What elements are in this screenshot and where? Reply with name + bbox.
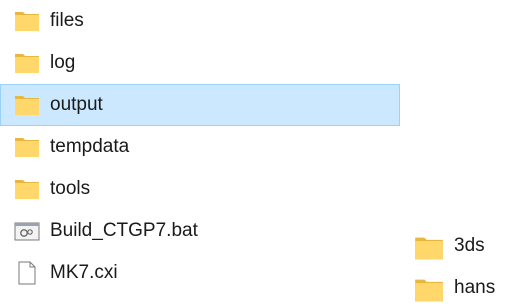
folder-icon [15,54,39,73]
list-item-label: tools [50,178,91,199]
list-item-output[interactable]: output [0,84,400,126]
folder-icon [15,180,39,199]
list-item-files[interactable]: files [0,0,400,42]
folder-icon [15,12,39,31]
list-item-tools[interactable]: tools [0,168,400,210]
list-item-label: MK7.cxi [50,262,118,283]
list-item-label: output [50,94,103,115]
list-item-label: log [50,52,76,73]
folder-icon [415,237,443,260]
list-item-hans[interactable]: hans [412,264,514,306]
list-item-mk7-cxi[interactable]: MK7.cxi [0,252,400,294]
batch-file-icon [14,222,40,241]
list-item-3ds[interactable]: 3ds [412,222,514,264]
folder-icon [415,279,443,302]
file-explorer-view: files log output tempdata tools Build_CT… [0,0,514,306]
file-list: files log output tempdata tools Build_CT… [0,0,400,294]
folder-icon [15,96,39,115]
list-item-label: hans [454,277,496,298]
file-icon [18,261,36,285]
list-item-label: Build_CTGP7.bat [50,220,198,241]
list-item-log[interactable]: log [0,42,400,84]
list-item-tempdata[interactable]: tempdata [0,126,400,168]
list-item-label: files [50,10,84,31]
list-item-label: tempdata [50,136,130,157]
list-item-label: 3ds [454,235,485,256]
secondary-file-list: 3ds hans [412,222,514,306]
list-item-build-ctgp7-bat[interactable]: Build_CTGP7.bat [0,210,400,252]
folder-icon [15,138,39,157]
